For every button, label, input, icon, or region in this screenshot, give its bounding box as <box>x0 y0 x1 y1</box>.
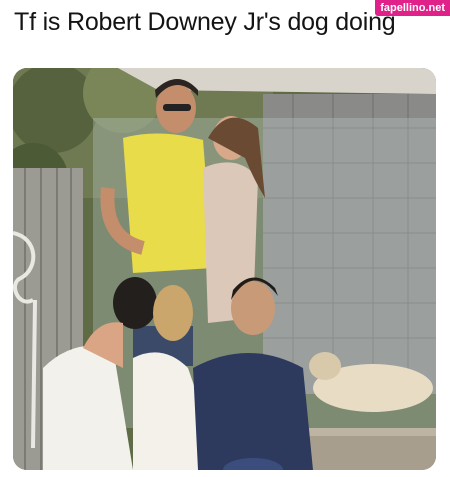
post-photo[interactable] <box>13 68 436 470</box>
watermark-badge: fapellino.net <box>375 0 450 16</box>
post-caption: Tf is Robert Downey Jr's dog doing <box>14 8 396 36</box>
photo-illustration <box>13 68 436 470</box>
